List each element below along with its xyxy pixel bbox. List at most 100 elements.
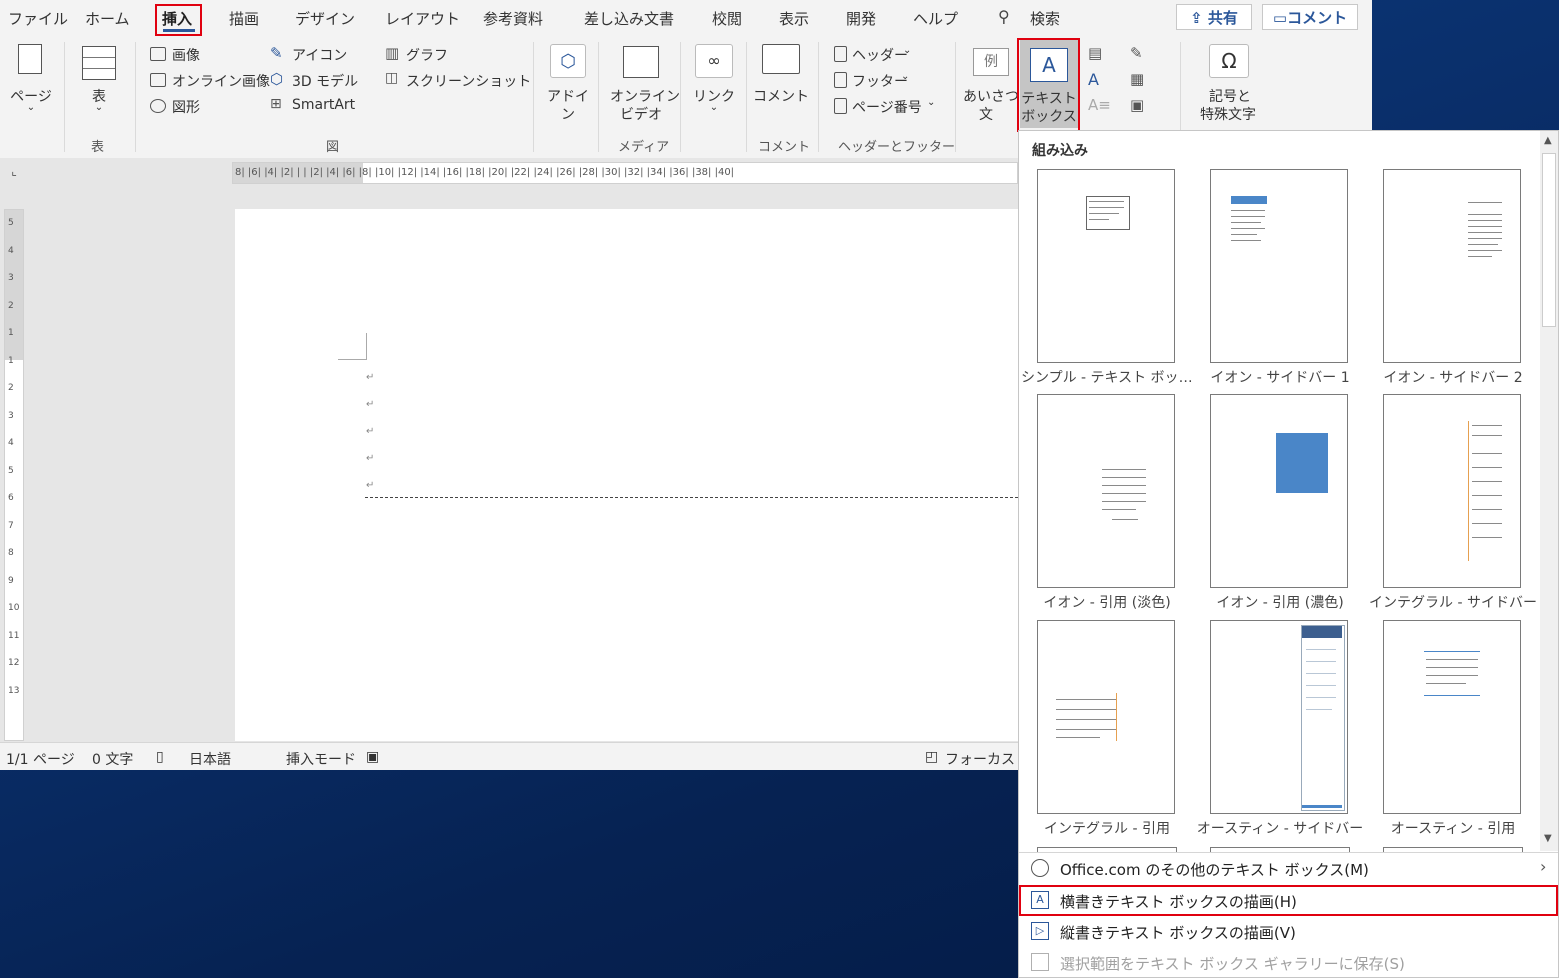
date-time-icon[interactable]: ▦ [1130, 70, 1144, 88]
gallery-item[interactable] [1383, 169, 1521, 363]
proofing-icon[interactable]: ▯ [156, 749, 164, 765]
gallery-item-label[interactable]: インテグラル - サイドバー [1367, 592, 1539, 612]
link-icon: ∞ [695, 44, 733, 78]
gallery-item[interactable] [1383, 620, 1521, 814]
gallery-item-label[interactable]: イオン - 引用 (濃色) [1194, 592, 1366, 612]
more-textboxes-item[interactable]: Office.com のその他のテキスト ボックス(M) › [1019, 853, 1558, 884]
gallery-item-label[interactable]: イオン - 引用 (淡色) [1021, 592, 1193, 612]
tab-view[interactable]: 表示 [779, 8, 809, 29]
tab-help[interactable]: ヘルプ [913, 8, 958, 29]
gallery-item-label[interactable]: オースティン - サイドバー [1194, 818, 1366, 838]
separator [818, 42, 819, 152]
page-icon [18, 44, 42, 74]
object-icon[interactable]: ▣ [1130, 96, 1144, 114]
tab-file[interactable]: ファイル [8, 8, 68, 29]
shapes-label: 図形 [172, 100, 200, 116]
tab-review[interactable]: 校閲 [712, 8, 742, 29]
vertical-ruler[interactable]: 5 4 3 2 1 1 2 3 4 5 6 7 8 9 10 11 12 13 [4, 209, 24, 741]
ruler-tick-label: 10 [8, 603, 20, 613]
scroll-up-icon[interactable]: ▲ [1544, 135, 1552, 146]
gallery-item-label[interactable]: インテグラル - 引用 [1021, 818, 1193, 838]
gallery-item[interactable] [1037, 394, 1175, 588]
separator [64, 42, 65, 152]
word-count[interactable]: 0 文字 [92, 749, 133, 769]
thumb-line [1472, 537, 1502, 538]
gallery-item[interactable] [1037, 620, 1175, 814]
draw-vertical-textbox-item[interactable]: ▷ 縦書きテキスト ボックスの描画(V) [1019, 916, 1558, 947]
greeting-label-2: 文 [979, 107, 993, 123]
smartart-label: SmartArt [292, 97, 356, 113]
thumb-line [1468, 214, 1502, 215]
gallery-item-label[interactable]: オースティン - 引用 [1367, 818, 1539, 838]
tab-layout[interactable]: レイアウト [385, 8, 460, 29]
tab-references[interactable]: 参考資料 [483, 8, 543, 29]
ruler-ticks: 8| |6| |4| |2| | | |2| |4| |6| |8| |10| … [235, 167, 735, 178]
ruler-tick-label: 1 [8, 328, 14, 338]
tab-home[interactable]: ホーム [85, 8, 130, 29]
thumb-line [1468, 256, 1492, 257]
page-number-icon [834, 98, 847, 114]
gallery-item[interactable] [1383, 394, 1521, 588]
thumb-line [1089, 219, 1109, 220]
separator [135, 42, 136, 152]
share-icon: ⇪ [1190, 9, 1203, 27]
tab-mailings[interactable]: 差し込み文書 [584, 8, 674, 29]
thumb-line [1472, 509, 1502, 510]
online-video-icon [623, 46, 659, 78]
gallery-item-label[interactable]: シンプル - テキスト ボックス [1021, 367, 1193, 387]
thumb-line [1472, 467, 1502, 468]
textbox-highlight [1017, 38, 1080, 132]
horizontal-ruler[interactable]: 8| |6| |4| |2| | | |2| |4| |6| |8| |10| … [232, 162, 1018, 184]
tab-developer[interactable]: 開発 [846, 8, 876, 29]
gallery-item[interactable] [1210, 620, 1348, 814]
symbols-label-2: 特殊文字 [1200, 107, 1256, 123]
gallery-item-label[interactable]: イオン - サイドバー 1 [1194, 367, 1366, 387]
scrollbar-thumb[interactable] [1542, 153, 1556, 327]
quick-parts-icon[interactable]: ▤ [1088, 44, 1102, 62]
gallery-item[interactable] [1210, 169, 1348, 363]
thumb-quote-rule [1424, 651, 1480, 652]
ruler-tick-label: 2 [8, 383, 14, 393]
addins-label-2: ン [561, 107, 575, 123]
thumb-line [1231, 210, 1265, 211]
thumb-quote-rule [1424, 695, 1480, 696]
wordart-icon[interactable]: A [1088, 70, 1099, 89]
gallery-item[interactable] [1037, 169, 1175, 363]
search-label[interactable]: 検索 [1030, 8, 1060, 29]
gallery-item-label[interactable]: イオン - サイドバー 2 [1367, 367, 1539, 387]
thumb-line [1306, 709, 1332, 710]
paragraph-mark: ↵ [366, 426, 375, 437]
search-icon[interactable]: ⚲ [998, 7, 1010, 26]
group-label-header-footer: ヘッダーとフッター [838, 140, 956, 155]
comment-button[interactable]: ▭コメント [1262, 4, 1358, 30]
page-count[interactable]: 1/1 ページ [6, 749, 75, 769]
image-label: 画像 [172, 48, 200, 64]
document-page[interactable] [235, 209, 1018, 741]
tab-design[interactable]: デザイン [295, 8, 355, 29]
thumb-line [1089, 213, 1119, 214]
tab-selector[interactable]: ⌞ [4, 164, 24, 184]
thumb-line [1056, 699, 1116, 700]
draw-vertical-textbox-label: 縦書きテキスト ボックスの描画(V) [1060, 924, 1296, 942]
drop-cap-icon: A≡ [1088, 96, 1111, 114]
gallery-item[interactable] [1210, 394, 1348, 588]
separator [680, 42, 681, 152]
language-indicator[interactable]: 日本語 [189, 749, 231, 769]
chevron-down-icon: ⌄ [927, 97, 936, 108]
signature-line-icon[interactable]: ✎ [1130, 44, 1143, 62]
scroll-down-icon[interactable]: ▼ [1544, 833, 1552, 844]
thumb-line [1231, 216, 1265, 217]
thumb-line [1102, 469, 1146, 470]
accessibility-icon[interactable]: ▣ [366, 749, 379, 765]
paragraph-mark: ↵ [366, 480, 375, 491]
insert-mode[interactable]: 挿入モード [286, 749, 356, 769]
tab-draw[interactable]: 描画 [229, 8, 259, 29]
share-button[interactable]: ⇪ 共有 [1176, 4, 1252, 30]
focus-icon[interactable]: ◰ [925, 749, 938, 765]
chevron-down-icon: ⌄ [94, 102, 104, 113]
gallery-scrollbar[interactable]: ▲ ▼ [1540, 131, 1558, 851]
thumb-quote-block [1276, 433, 1328, 493]
ruler-tick-label: 3 [8, 273, 14, 283]
comment-label: コメント [1287, 9, 1348, 27]
focus-label[interactable]: フォーカス [945, 749, 1015, 769]
